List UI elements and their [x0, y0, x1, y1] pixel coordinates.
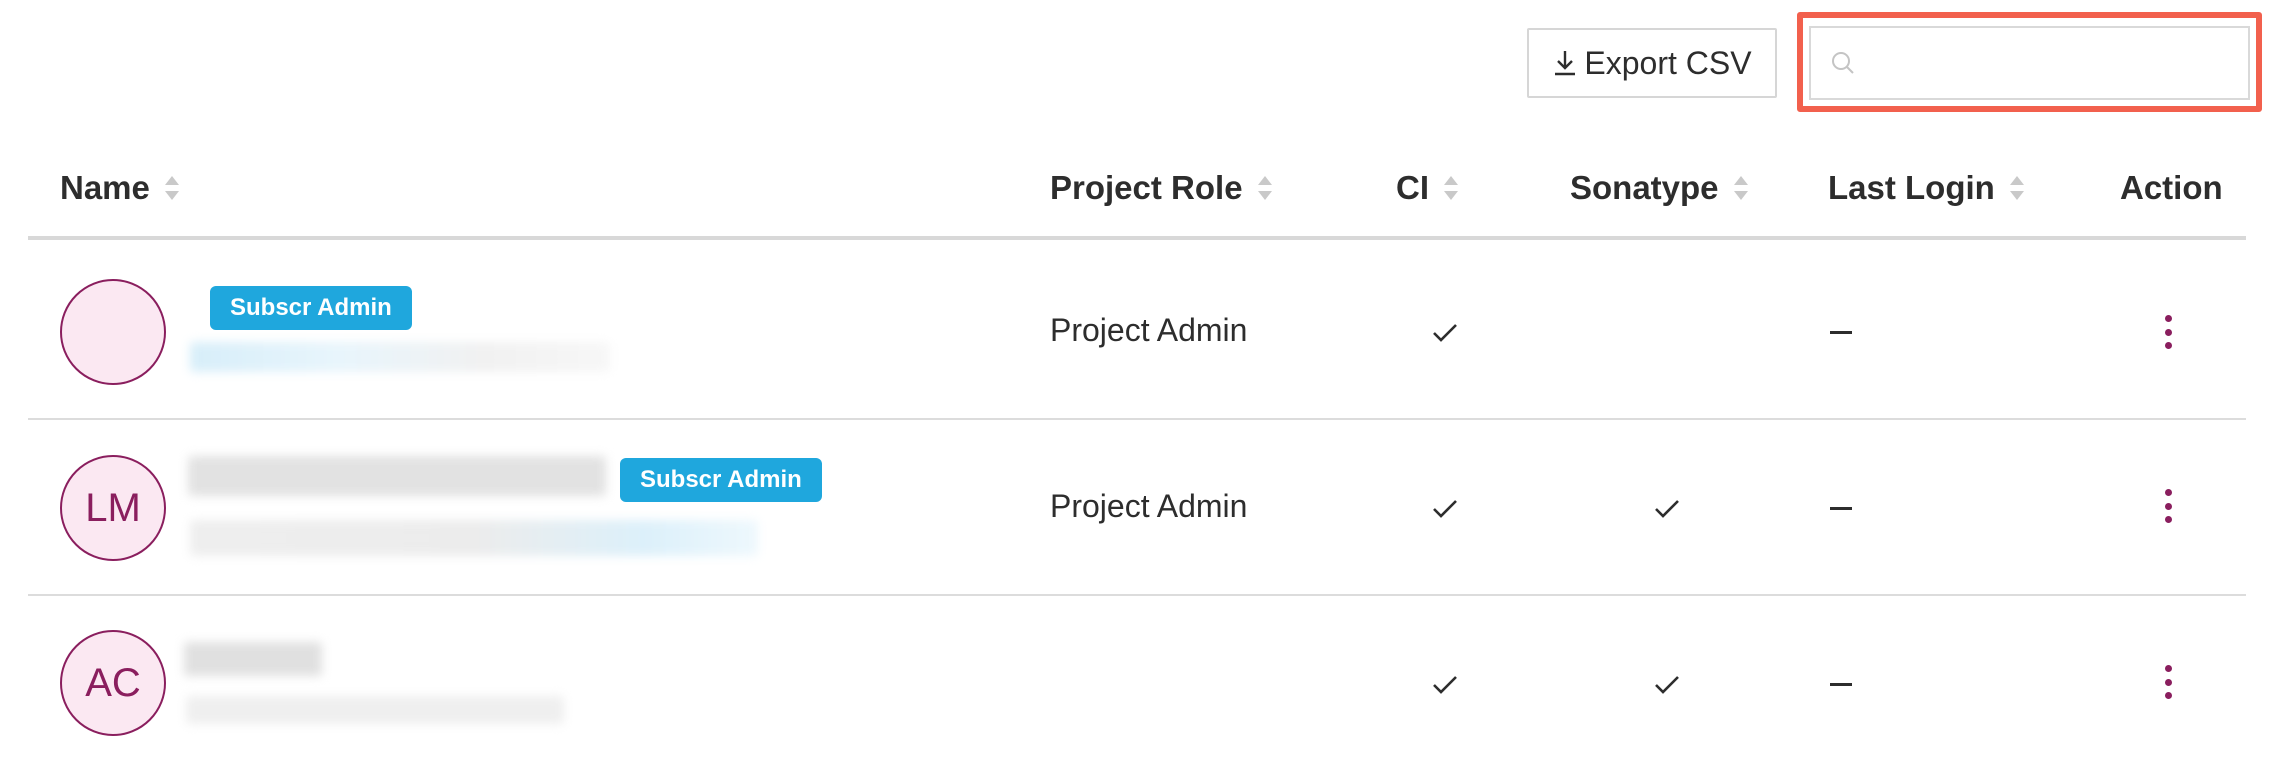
table-row: LM Subscr Admin Project Admin [28, 420, 2246, 596]
avatar: LM [60, 455, 166, 561]
avatar [60, 279, 166, 385]
redacted-user-email [190, 520, 758, 556]
row-actions-menu-icon[interactable] [2158, 486, 2178, 526]
sort-icon [2009, 176, 2024, 200]
last-login [1830, 331, 1852, 334]
column-header-action: Action [2120, 169, 2223, 206]
last-login [1830, 507, 1852, 510]
row-actions-menu-icon[interactable] [2158, 662, 2178, 702]
column-header-project-role[interactable]: Project Role [1050, 140, 1273, 236]
ci-check-icon [1433, 676, 1457, 694]
search-field[interactable] [1809, 26, 2250, 100]
export-csv-label: Export CSV [1584, 44, 1752, 81]
redacted-user-name [188, 456, 606, 496]
column-header-sonatype[interactable]: Sonatype [1570, 140, 1749, 236]
search-icon [1832, 52, 1854, 74]
subscr-admin-badge: Subscr Admin [620, 458, 822, 502]
table-header: Name Project Role CI Sonatype Last Login… [28, 140, 2246, 240]
table-row: Subscr Admin Project Admin [28, 244, 2246, 420]
export-csv-button[interactable]: Export CSV [1527, 28, 1777, 98]
column-header-name[interactable]: Name [60, 140, 180, 236]
column-header-ci[interactable]: CI [1396, 140, 1459, 236]
project-role: Project Admin [1050, 312, 1248, 348]
download-icon [1555, 51, 1576, 76]
sort-icon [164, 176, 179, 200]
column-header-last-login[interactable]: Last Login [1828, 140, 2025, 236]
project-role: Project Admin [1050, 488, 1248, 524]
sort-icon [1444, 176, 1458, 200]
redacted-user-email [190, 342, 610, 372]
ci-check-icon [1433, 324, 1457, 342]
redacted-user-email [186, 696, 564, 724]
sonatype-check-icon [1655, 676, 1679, 694]
ci-check-icon [1433, 500, 1457, 518]
sort-icon [1257, 176, 1272, 200]
sort-icon [1733, 176, 1748, 200]
sonatype-check-icon [1655, 500, 1679, 518]
subscr-admin-badge: Subscr Admin [210, 286, 412, 330]
avatar: AC [60, 630, 166, 736]
table-row: AC [28, 596, 2246, 772]
redacted-user-name [184, 642, 322, 676]
search-input[interactable] [1867, 46, 2248, 80]
row-actions-menu-icon[interactable] [2158, 312, 2178, 352]
last-login [1830, 683, 1852, 686]
